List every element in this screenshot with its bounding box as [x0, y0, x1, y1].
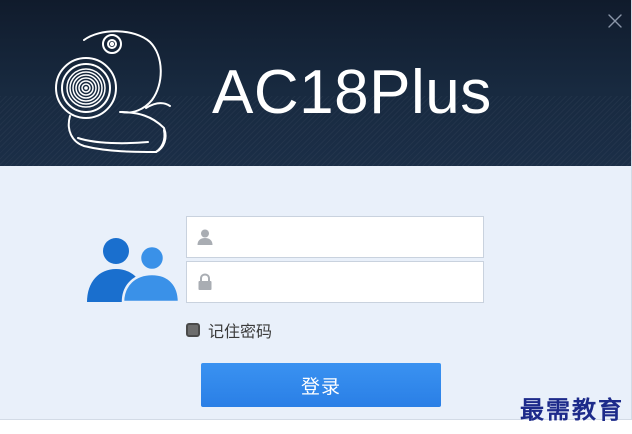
lock-icon — [198, 273, 212, 290]
username-input[interactable] — [221, 217, 477, 257]
user-icon — [197, 229, 213, 245]
users-icon — [87, 238, 181, 304]
login-window: AC18Plus 记住密码 登录 — [0, 0, 632, 420]
close-button[interactable] — [604, 10, 626, 32]
password-input[interactable] — [221, 262, 477, 302]
header-banner: AC18Plus — [0, 0, 631, 166]
login-button[interactable]: 登录 — [201, 363, 441, 407]
username-field[interactable] — [186, 216, 484, 258]
password-field[interactable] — [186, 261, 484, 303]
webcam-icon — [55, 30, 171, 153]
app-title: AC18Plus — [212, 58, 492, 127]
remember-password-label: 记住密码 — [208, 322, 273, 341]
remember-password-checkbox[interactable] — [186, 323, 200, 337]
close-icon — [608, 14, 622, 28]
watermark: 最需教育 — [520, 395, 624, 424]
remember-password[interactable]: 记住密码 — [186, 320, 273, 341]
